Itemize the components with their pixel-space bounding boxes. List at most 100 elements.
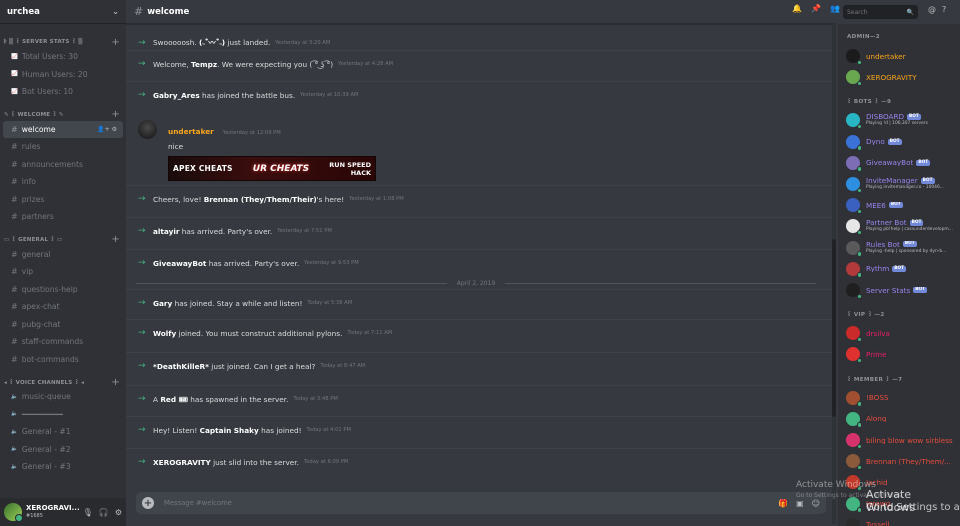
member-mention[interactable]: Gary [153, 299, 172, 308]
message-input[interactable] [164, 499, 771, 507]
channel-item[interactable]: 📈 Bot Users: 10 [3, 83, 123, 101]
avatar[interactable] [846, 347, 862, 364]
channel-item[interactable]: # pubg-chat [3, 316, 123, 334]
avatar[interactable] [846, 177, 862, 193]
channel-item[interactable]: 🔈 music-queue [3, 388, 123, 406]
add-channel-icon[interactable]: + [111, 377, 120, 388]
microphone-icon[interactable]: 🎙 [83, 508, 93, 517]
server-header[interactable]: urchea ⌄ [0, 0, 126, 24]
avatar[interactable] [846, 390, 862, 407]
member-item[interactable]: Prime [846, 345, 958, 364]
user-name-block[interactable]: XEROGRAVI... #1685 [26, 504, 80, 520]
member-item[interactable]: Server Stats BOT [846, 281, 958, 299]
member-item[interactable]: undertaker [846, 47, 958, 65]
add-channel-icon[interactable]: + [111, 37, 120, 48]
invite-icon[interactable]: 👤+ [97, 126, 110, 133]
channel-category[interactable]: ✎ ꒰ WELCOME ꒱ ✎ + [0, 109, 126, 121]
member-mention[interactable]: GiveawayBot [153, 259, 206, 268]
mention-icon[interactable]: @ [928, 5, 936, 14]
avatar[interactable] [846, 326, 862, 343]
member-item[interactable]: InviteManager BOT Playing invitemanager.co… [846, 175, 958, 193]
avatar[interactable] [846, 198, 862, 215]
avatar[interactable] [846, 261, 862, 278]
search-input[interactable] [847, 8, 902, 16]
member-mention[interactable]: Brennan (They/Them/Their) [204, 195, 317, 204]
avatar[interactable] [846, 475, 862, 492]
channel-item[interactable]: # info [3, 173, 123, 191]
avatar[interactable] [846, 134, 862, 151]
message-author[interactable]: undertaker [168, 127, 214, 136]
channel-item[interactable]: # welcome 👤+ ⚙ [3, 120, 123, 138]
member-item[interactable]: XEROGRAVITY [846, 68, 958, 87]
member-item[interactable]: Jachid [846, 473, 958, 492]
member-item[interactable]: Tyssell [846, 516, 958, 526]
member-item[interactable]: Brennan (They/Them/... [846, 452, 958, 471]
channel-category[interactable]: 𝄆 ▒ ꒰ SERVER STATS ꒱ ▒ + [0, 36, 126, 48]
channel-item[interactable]: # bot-commands [3, 351, 123, 369]
channel-item[interactable]: # rules [3, 138, 123, 156]
member-item[interactable]: drsilva [846, 324, 958, 343]
member-mention[interactable]: Captain Shaky [200, 426, 259, 435]
avatar[interactable] [846, 219, 862, 236]
channel-item[interactable]: # partners [3, 208, 123, 226]
avatar[interactable] [4, 503, 23, 522]
members-icon[interactable]: 👥 [830, 4, 840, 13]
gift-icon[interactable]: 🎁 [778, 499, 788, 508]
search-icon[interactable]: 🔍 [907, 9, 914, 16]
bell-icon[interactable]: 🔔 [792, 4, 802, 13]
avatar[interactable] [846, 70, 862, 87]
channel-item[interactable]: # prizes [3, 191, 123, 209]
member-item[interactable]: Rules Bot BOT Playing -help | sponsored by… [846, 239, 958, 257]
member-mention[interactable]: XEROGRAVITY [153, 458, 211, 467]
avatar[interactable] [846, 433, 862, 449]
chevron-down-icon[interactable]: ⌄ [112, 7, 119, 16]
avatar[interactable] [846, 496, 862, 513]
channel-category[interactable]: ▭ ꒰ GENERAL ꒱ ▭ + [0, 234, 126, 246]
member-mention[interactable]: altayir [153, 227, 179, 236]
member-mention[interactable]: (˵¯͒〰¯͒˵) [199, 38, 225, 47]
add-channel-icon[interactable]: + [111, 234, 120, 245]
emoji-icon[interactable]: ☺ [812, 499, 820, 508]
scrollbar-thumb[interactable] [832, 239, 836, 417]
channel-category[interactable]: ◂ ꒰ VOICE CHANNELS ꒱ ◂ + [0, 376, 126, 388]
gear-icon[interactable]: ⚙ [115, 508, 122, 517]
gif-icon[interactable]: ▣ [796, 499, 804, 508]
member-item[interactable]: Rythm BOT [846, 260, 958, 278]
member-mention[interactable]: Red 🎟 [160, 395, 188, 404]
message-scrollbar[interactable] [832, 24, 836, 524]
member-mention[interactable]: *DeathKilleR* [153, 362, 209, 371]
member-item[interactable]: Along____ [846, 410, 958, 428]
avatar[interactable] [846, 113, 862, 130]
pin-icon[interactable]: 📌 [811, 4, 821, 13]
member-item[interactable]: Dyno BOT [846, 133, 958, 151]
avatar[interactable] [846, 283, 862, 299]
avatar[interactable] [846, 411, 862, 428]
member-item[interactable]: MEE6 BOT [846, 196, 958, 215]
search-box[interactable]: 🔍 [843, 5, 918, 19]
avatar[interactable] [138, 120, 157, 139]
headphones-icon[interactable]: 🎧 [99, 508, 109, 517]
channel-item[interactable]: 🔈 General - #1 [3, 423, 123, 441]
channel-item[interactable]: 🔈 ━━━━━━━━━ [3, 406, 123, 424]
member-item[interactable]: Jorawg [846, 495, 958, 513]
channel-item[interactable]: # vip [3, 263, 123, 281]
avatar[interactable] [846, 517, 860, 526]
channel-item[interactable]: # general [3, 246, 123, 264]
add-attachment-icon[interactable]: + [142, 497, 154, 509]
channel-item[interactable]: # announcements [3, 156, 123, 174]
avatar[interactable] [846, 155, 862, 172]
member-item[interactable]: DISBOARD BOT Playing !d | 106,307 servers [846, 111, 958, 130]
member-item[interactable]: Partner Bot BOT Playing pb!help | cassunde… [846, 217, 958, 236]
help-icon[interactable]: ? [942, 5, 946, 14]
channel-item[interactable]: # questions-help [3, 281, 123, 299]
channel-item[interactable]: # apex-chat [3, 298, 123, 316]
add-channel-icon[interactable]: + [111, 109, 120, 120]
channel-item[interactable]: 📈 Human Users: 20 [3, 66, 123, 84]
channel-item[interactable]: 🔈 General - #3 [3, 458, 123, 476]
gear-icon[interactable]: ⚙ [110, 126, 117, 133]
member-mention[interactable]: Gabry_Ares [153, 91, 200, 100]
member-mention[interactable]: Tempz [191, 60, 217, 69]
member-item[interactable]: GiveawayBot BOT [846, 154, 958, 172]
avatar[interactable] [846, 49, 862, 65]
channel-item[interactable]: # staff-commands [3, 333, 123, 351]
